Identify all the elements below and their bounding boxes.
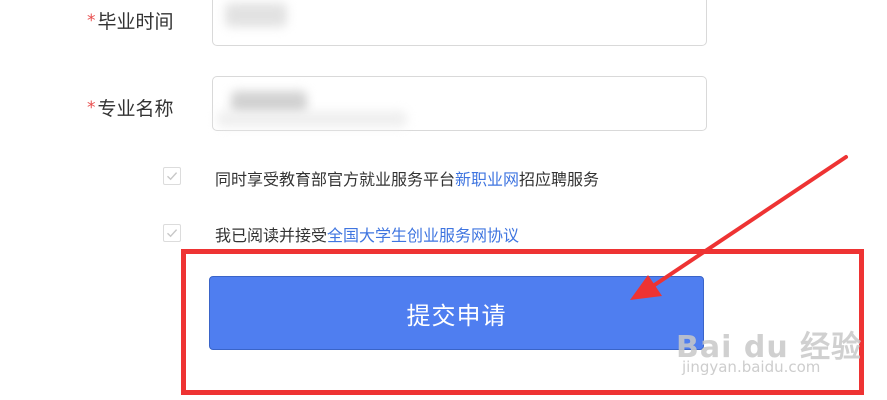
major-name-label-text: 专业名称 — [97, 98, 174, 120]
required-mark: * — [87, 11, 96, 31]
service-agreement-link[interactable]: 全国大学生创业服务网协议 — [327, 226, 519, 245]
agreement-text-after: 招应聘服务 — [519, 170, 600, 189]
checkmark-icon — [167, 229, 178, 238]
redacted-value — [217, 111, 407, 127]
graduation-time-label-text: 毕业时间 — [97, 11, 174, 33]
application-form-screen: * 毕业时间 * 专业名称 同时享受教育部官方就业服务平台新职业网招应聘服务 我已阅… — [0, 0, 887, 400]
sync-service-agreement-text: 同时享受教育部官方就业服务平台新职业网招应聘服务 — [215, 166, 599, 190]
submit-application-button[interactable]: 提交申请 — [209, 276, 704, 350]
graduation-time-input[interactable] — [212, 0, 707, 46]
baidu-jingyan-watermark: Bai du 经验 jingyan.baidu.com — [676, 322, 876, 382]
required-mark: * — [87, 98, 96, 118]
watermark-url: jingyan.baidu.com — [682, 358, 821, 376]
redacted-value — [225, 3, 287, 27]
accept-agreement-checkbox[interactable] — [163, 224, 181, 242]
sync-service-checkbox[interactable] — [163, 167, 181, 185]
agreement-text-before: 我已阅读并接受 — [215, 226, 328, 245]
graduation-time-label: * 毕业时间 — [87, 7, 174, 34]
graduation-time-row: * 毕业时间 — [0, 0, 887, 60]
major-name-row: * 专业名称 — [0, 76, 887, 132]
agreement-text-before: 同时享受教育部官方就业服务平台 — [215, 170, 456, 189]
checkmark-icon — [167, 172, 178, 181]
major-name-input[interactable] — [212, 76, 707, 131]
new-career-link[interactable]: 新职业网 — [455, 170, 519, 189]
major-name-label: * 专业名称 — [87, 94, 174, 121]
accept-agreement-text: 我已阅读并接受全国大学生创业服务网协议 — [215, 222, 519, 246]
